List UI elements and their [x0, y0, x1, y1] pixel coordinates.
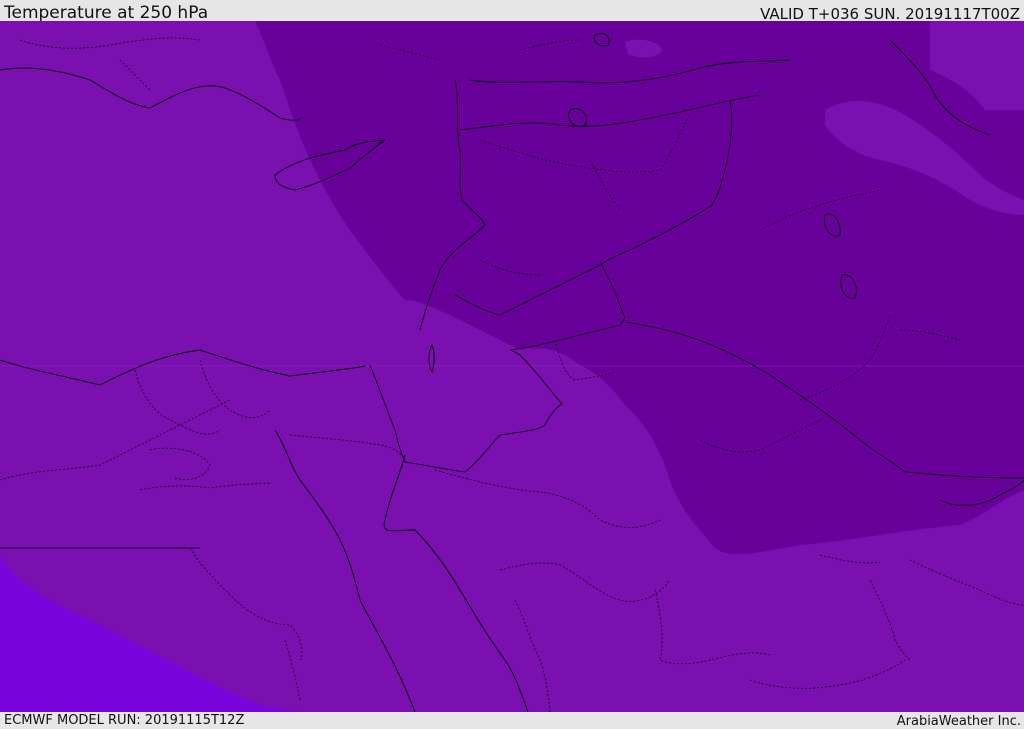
credit-label: ArabiaWeather Inc.	[896, 714, 1021, 729]
temperature-map[interactable]	[0, 21, 1024, 712]
model-run-label: ECMWF MODEL RUN: 20191115T12Z	[4, 713, 245, 728]
map-title: Temperature at 250 hPa	[4, 3, 209, 23]
header-bar: Temperature at 250 hPa VALID T+036 SUN. …	[0, 0, 1024, 23]
footer-bar: ECMWF MODEL RUN: 20191115T12Z ArabiaWeat…	[0, 712, 1024, 729]
weather-map-viewer: Temperature at 250 hPa VALID T+036 SUN. …	[0, 0, 1024, 729]
